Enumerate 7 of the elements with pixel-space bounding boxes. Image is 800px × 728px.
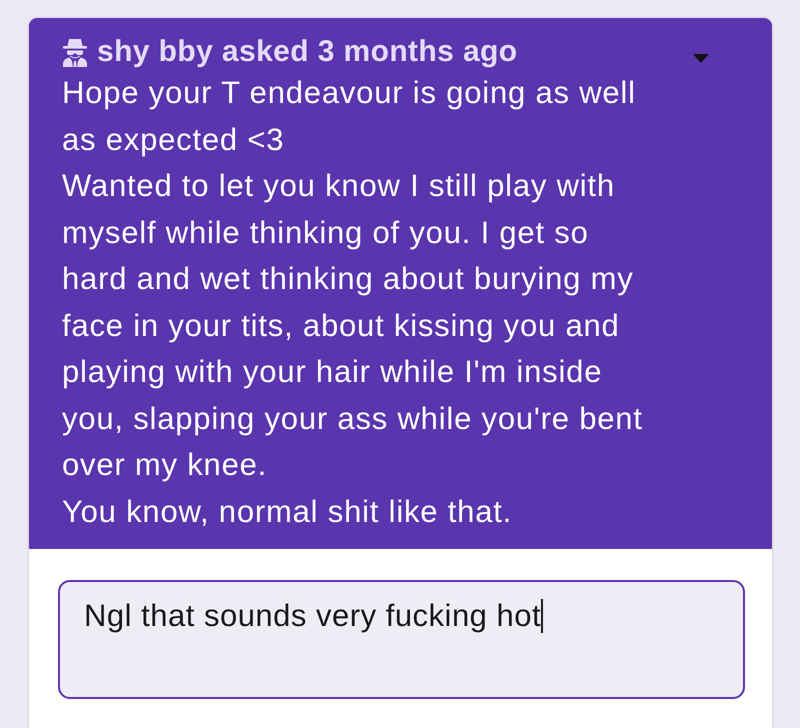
question-text: Wanted to let you know I still play with myself while thinking of you. I get so hard and wet thinking about burying my face in your tits, about kissing you and playing with your hair while I'm inside you, slapping your ass while you're bent over my knee. [62, 167, 644, 484]
question-header: shy bby asked 3 months ago [97, 34, 518, 70]
question-text: You know, normal shit like that. [62, 492, 514, 530]
caret-icon[interactable] [693, 54, 709, 62]
answer-field[interactable]: Ngl that sounds very fucking hot [58, 580, 745, 699]
question-text: Hope your T endeavour is going as well as expected <3 [62, 74, 637, 158]
spy-icon [62, 37, 88, 67]
